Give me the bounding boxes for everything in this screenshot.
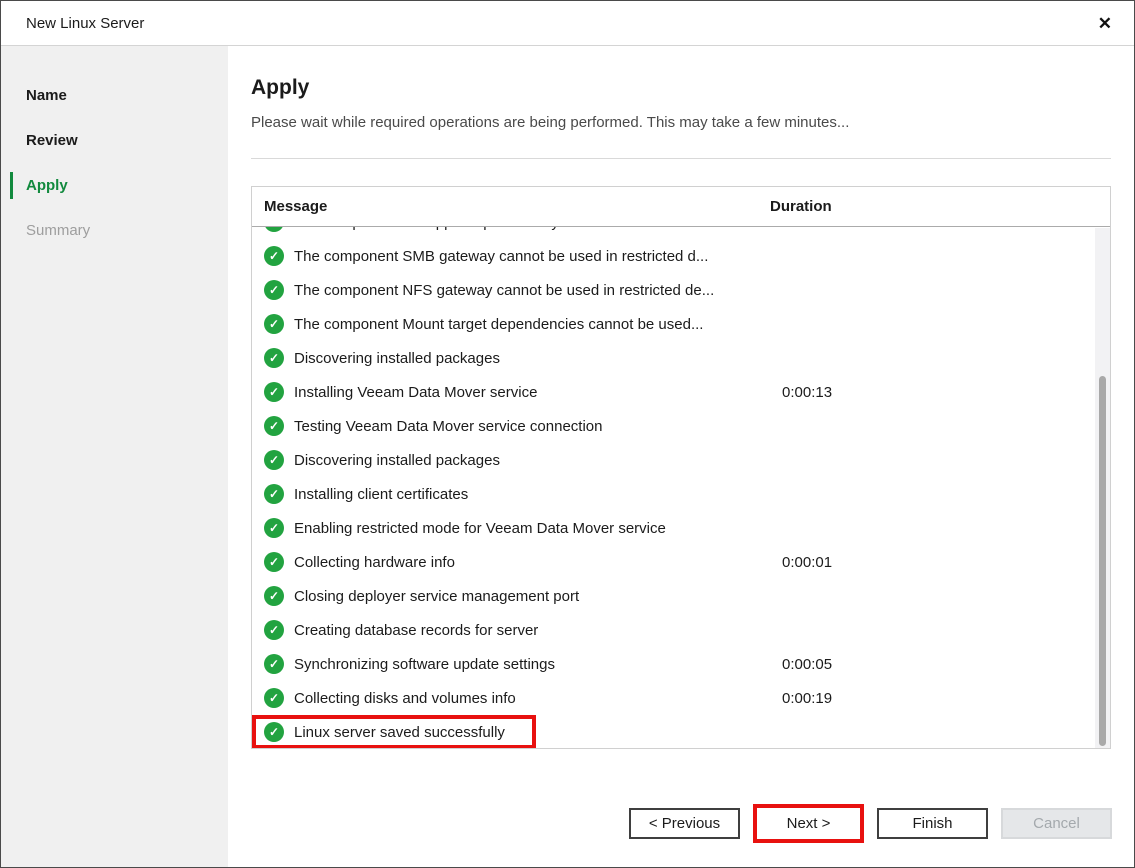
sidebar-item-name[interactable]: Name bbox=[1, 73, 228, 118]
sidebar-item-label: Name bbox=[26, 87, 67, 104]
sidebar-item-label: Apply bbox=[26, 177, 68, 194]
success-check-icon: ✓ bbox=[264, 246, 284, 266]
close-icon[interactable]: ✕ bbox=[1098, 15, 1112, 32]
page-subtitle: Please wait while required operations ar… bbox=[251, 114, 1111, 131]
row-message: Testing Veeam Data Mover service connect… bbox=[294, 418, 782, 435]
success-check-icon: ✓ bbox=[264, 654, 284, 674]
operations-table: Message Duration ✓ The component NetApp S… bbox=[251, 186, 1111, 749]
scrollbar-thumb[interactable] bbox=[1099, 376, 1106, 746]
success-check-icon: ✓ bbox=[264, 382, 284, 402]
table-row[interactable]: ✓ Synchronizing software update settings0… bbox=[252, 647, 1110, 681]
table-row[interactable]: ✓ Installing client certificates bbox=[252, 477, 1110, 511]
operation-rows: ✓ The component NetApp SnapDiff library c… bbox=[252, 227, 1110, 748]
table-row[interactable]: ✓ Enabling restricted mode for Veeam Data… bbox=[252, 511, 1110, 545]
table-row[interactable]: ✓ Closing deployer service management por… bbox=[252, 579, 1110, 613]
page-title: Apply bbox=[251, 76, 1111, 100]
success-check-icon: ✓ bbox=[264, 280, 284, 300]
table-row[interactable]: ✓ Installing Veeam Data Mover service0:00… bbox=[252, 375, 1110, 409]
title-bar: New Linux Server ✕ bbox=[1, 1, 1134, 46]
previous-button[interactable]: < Previous bbox=[629, 808, 740, 839]
sidebar-item-label: Summary bbox=[26, 222, 90, 239]
success-check-icon: ✓ bbox=[264, 722, 284, 742]
sidebar-item-label: Review bbox=[26, 132, 78, 149]
success-check-icon: ✓ bbox=[264, 416, 284, 436]
row-message: Creating database records for server bbox=[294, 622, 782, 639]
column-header-duration: Duration bbox=[770, 198, 832, 215]
table-header: Message Duration bbox=[252, 187, 1110, 227]
row-duration: 0:00:19 bbox=[782, 690, 832, 707]
table-row[interactable]: ✓ Discovering installed packages bbox=[252, 341, 1110, 375]
row-message: The component NFS gateway cannot be used… bbox=[294, 282, 782, 299]
table-row[interactable]: ✓ Testing Veeam Data Mover service connec… bbox=[252, 409, 1110, 443]
table-row[interactable]: ✓ The component Mount target dependencies… bbox=[252, 307, 1110, 341]
row-duration: 0:00:13 bbox=[782, 384, 832, 401]
wizard-steps-sidebar: Name Review Apply Summary bbox=[1, 46, 228, 868]
row-message: Synchronizing software update settings bbox=[294, 656, 782, 673]
column-header-message: Message bbox=[252, 198, 770, 215]
table-row[interactable]: ✓ The component SMB gateway cannot be use… bbox=[252, 239, 1110, 273]
row-message: Closing deployer service management port bbox=[294, 588, 782, 605]
success-check-icon: ✓ bbox=[264, 620, 284, 640]
success-check-icon: ✓ bbox=[264, 484, 284, 504]
success-check-icon: ✓ bbox=[264, 450, 284, 470]
table-row[interactable]: ✓ Discovering installed packages bbox=[252, 443, 1110, 477]
success-check-icon: ✓ bbox=[264, 518, 284, 538]
row-message: The component Mount target dependencies … bbox=[294, 316, 782, 333]
table-row[interactable]: ✓ Linux server saved successfully bbox=[252, 715, 1110, 748]
row-duration: 0:00:05 bbox=[782, 656, 832, 673]
main-content: Apply Please wait while required operati… bbox=[228, 46, 1135, 868]
row-message: Collecting hardware info bbox=[294, 554, 782, 571]
success-check-icon: ✓ bbox=[264, 688, 284, 708]
row-duration: 0:00:01 bbox=[782, 554, 832, 571]
row-message: Installing Veeam Data Mover service bbox=[294, 384, 782, 401]
success-check-icon: ✓ bbox=[264, 227, 284, 232]
row-message: Enabling restricted mode for Veeam Data … bbox=[294, 520, 782, 537]
row-message: Linux server saved successfully bbox=[294, 724, 782, 741]
cancel-button[interactable]: Cancel bbox=[1001, 808, 1112, 839]
row-message: The component SMB gateway cannot be used… bbox=[294, 248, 782, 265]
finish-button[interactable]: Finish bbox=[877, 808, 988, 839]
table-row[interactable]: ✓ The component NetApp SnapDiff library c… bbox=[252, 227, 1110, 239]
success-check-icon: ✓ bbox=[264, 348, 284, 368]
row-message: Discovering installed packages bbox=[294, 452, 782, 469]
table-row[interactable]: ✓ The component NFS gateway cannot be use… bbox=[252, 273, 1110, 307]
table-row[interactable]: ✓ Collecting disks and volumes info0:00:1… bbox=[252, 681, 1110, 715]
row-message: Discovering installed packages bbox=[294, 350, 782, 367]
row-message: Installing client certificates bbox=[294, 486, 782, 503]
sidebar-item-summary[interactable]: Summary bbox=[1, 208, 228, 253]
row-message: Collecting disks and volumes info bbox=[294, 690, 782, 707]
success-check-icon: ✓ bbox=[264, 314, 284, 334]
next-button[interactable]: Next > bbox=[753, 804, 864, 843]
success-check-icon: ✓ bbox=[264, 586, 284, 606]
success-check-icon: ✓ bbox=[264, 552, 284, 572]
table-row[interactable]: ✓ Creating database records for server bbox=[252, 613, 1110, 647]
separator bbox=[251, 158, 1111, 159]
dialog-body: Name Review Apply Summary Apply Please wait… bbox=[1, 46, 1134, 868]
row-message: The component NetApp SnapDiff library ca… bbox=[294, 227, 782, 231]
sidebar-item-review[interactable]: Review bbox=[1, 118, 228, 163]
scrollbar-track[interactable] bbox=[1095, 228, 1110, 748]
new-linux-server-dialog: New Linux Server ✕ Name Review Apply Summar… bbox=[0, 0, 1135, 868]
footer-buttons: < Previous Next > Finish Cancel bbox=[629, 804, 1112, 843]
sidebar-item-apply[interactable]: Apply bbox=[1, 163, 228, 208]
window-title: New Linux Server bbox=[26, 15, 144, 32]
table-row[interactable]: ✓ Collecting hardware info0:00:01 bbox=[252, 545, 1110, 579]
